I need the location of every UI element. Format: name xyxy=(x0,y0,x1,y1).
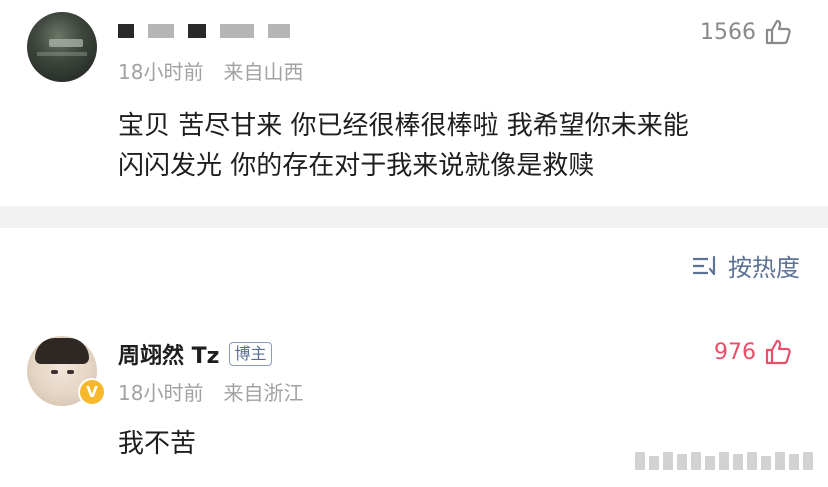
comment-body: 我不苦 xyxy=(118,429,197,459)
redacted-username[interactable] xyxy=(118,22,290,40)
comment-location: 来自浙江 xyxy=(223,381,304,405)
commenter-avatar[interactable] xyxy=(27,12,97,82)
verified-badge-icon: V xyxy=(78,378,106,406)
comment-body: 宝贝 苦尽甘来 你已经很棒很棒啦 我希望你未来能 闪闪发光 你的存在对于我来说就… xyxy=(118,106,689,186)
like-button[interactable]: 976 xyxy=(714,338,792,366)
blogger-tag: 博主 xyxy=(229,342,272,366)
sort-by-hot-button[interactable]: 按热度 xyxy=(690,248,800,283)
thumbs-up-icon xyxy=(765,19,791,45)
thumbs-up-icon xyxy=(765,339,791,365)
comment-line: 宝贝 苦尽甘来 你已经很棒很棒啦 我希望你未来能 xyxy=(118,111,689,141)
comment-header: 周翊然 Tz 博主 xyxy=(118,338,272,370)
sort-icon xyxy=(693,255,716,275)
watermark xyxy=(635,452,813,470)
section-divider xyxy=(0,206,828,228)
comment-time: 18小时前 xyxy=(118,60,204,84)
username[interactable]: 周翊然 Tz xyxy=(118,338,219,370)
like-button[interactable]: 1566 xyxy=(700,18,792,46)
like-count: 976 xyxy=(714,339,756,365)
like-count: 1566 xyxy=(700,19,756,45)
comment-line: 闪闪发光 你的存在对于我来说就像是救赎 xyxy=(118,151,595,181)
comment-time: 18小时前 xyxy=(118,381,204,405)
comment-meta: 18小时前 来自浙江 xyxy=(118,377,303,406)
sort-label: 按热度 xyxy=(728,254,800,282)
comment-meta: 18小时前 来自山西 xyxy=(118,56,303,85)
comment-location: 来自山西 xyxy=(223,60,304,84)
